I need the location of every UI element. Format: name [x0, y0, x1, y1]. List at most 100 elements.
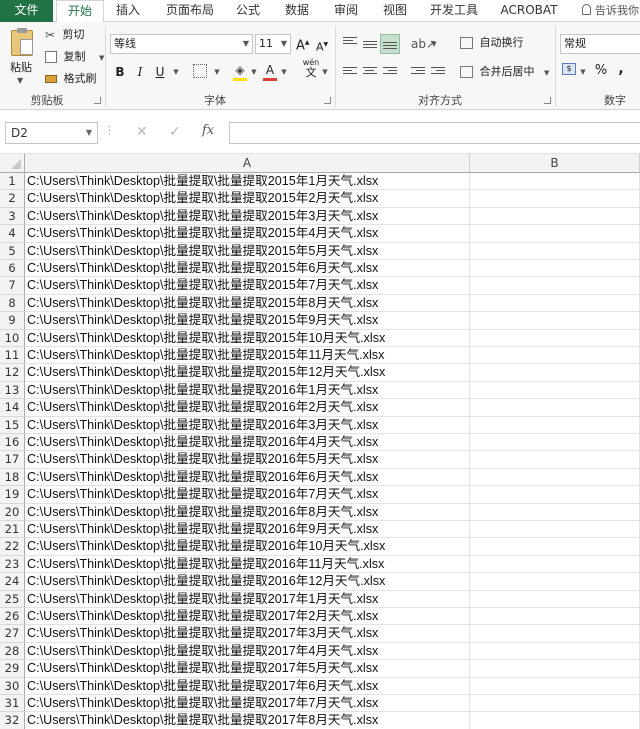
- cell-a[interactable]: C:\Users\Think\Desktop\批量提取\批量提取2016年4月天…: [25, 434, 470, 452]
- cell-b[interactable]: [470, 538, 640, 556]
- tab-file[interactable]: 文件: [0, 0, 53, 22]
- cell-a[interactable]: C:\Users\Think\Desktop\批量提取\批量提取2016年7月天…: [25, 486, 470, 504]
- row-header[interactable]: 5: [0, 242, 25, 260]
- formula-bar-grip-icon[interactable]: · · ·: [108, 123, 111, 141]
- cell-a[interactable]: C:\Users\Think\Desktop\批量提取\批量提取2015年12月…: [25, 364, 470, 382]
- cell-a[interactable]: C:\Users\Think\Desktop\批量提取\批量提取2015年10月…: [25, 329, 470, 347]
- row-header[interactable]: 29: [0, 660, 25, 678]
- row-header[interactable]: 30: [0, 677, 25, 695]
- row-header[interactable]: 27: [0, 625, 25, 643]
- increase-font-size-icon[interactable]: A▲: [296, 35, 310, 54]
- cell-b[interactable]: [470, 173, 640, 191]
- cell-a[interactable]: C:\Users\Think\Desktop\批量提取\批量提取2017年2月天…: [25, 608, 470, 626]
- row-header[interactable]: 11: [0, 347, 25, 365]
- underline-button[interactable]: U: [154, 64, 166, 80]
- cell-a[interactable]: C:\Users\Think\Desktop\批量提取\批量提取2015年3月天…: [25, 207, 470, 226]
- tab-home[interactable]: 开始: [56, 0, 104, 23]
- cell-a[interactable]: C:\Users\Think\Desktop\批量提取\批量提取2017年4月天…: [25, 642, 470, 661]
- cell-b[interactable]: [470, 347, 640, 365]
- chevron-down-icon[interactable]: ▼: [430, 36, 438, 52]
- phonetic-guide-button[interactable]: wén 文: [302, 58, 320, 79]
- tab-review[interactable]: 审阅: [326, 0, 366, 22]
- row-header[interactable]: 22: [0, 538, 25, 556]
- format-painter-button[interactable]: 格式刷: [45, 71, 97, 87]
- dialog-launcher-icon[interactable]: [94, 97, 101, 104]
- cell-a[interactable]: C:\Users\Think\Desktop\批量提取\批量提取2015年9月天…: [25, 312, 470, 330]
- bold-button[interactable]: B: [114, 64, 126, 80]
- align-middle-icon[interactable]: [363, 41, 377, 53]
- font-size-select[interactable]: 11 ▼: [255, 34, 291, 54]
- cut-button[interactable]: ✂ 剪切: [45, 27, 85, 43]
- cell-b[interactable]: [470, 486, 640, 504]
- row-header[interactable]: 24: [0, 573, 25, 591]
- row-header[interactable]: 4: [0, 225, 25, 243]
- chevron-down-icon[interactable]: ▼: [544, 69, 549, 77]
- cell-b[interactable]: [470, 381, 640, 400]
- row-header[interactable]: 20: [0, 503, 25, 521]
- select-all-corner[interactable]: [0, 154, 25, 173]
- insert-function-button[interactable]: fx: [202, 123, 214, 138]
- name-box[interactable]: D2 ▼: [5, 122, 98, 144]
- cell-b[interactable]: [470, 416, 640, 434]
- cell-b[interactable]: [470, 695, 640, 713]
- cell-b[interactable]: [470, 364, 640, 382]
- row-header[interactable]: 14: [0, 399, 25, 417]
- align-right-icon[interactable]: [383, 67, 397, 79]
- enter-icon[interactable]: ✓: [169, 124, 181, 140]
- cell-a[interactable]: C:\Users\Think\Desktop\批量提取\批量提取2017年5月天…: [25, 660, 470, 678]
- column-header-b[interactable]: B: [470, 154, 640, 173]
- accounting-format-icon[interactable]: $: [562, 63, 576, 75]
- align-center-icon[interactable]: [363, 67, 377, 79]
- cell-b[interactable]: [470, 660, 640, 678]
- percent-style-button[interactable]: %: [594, 63, 608, 79]
- row-header[interactable]: 26: [0, 608, 25, 626]
- chevron-down-icon[interactable]: ▼: [213, 64, 221, 80]
- cell-a[interactable]: C:\Users\Think\Desktop\批量提取\批量提取2015年6月天…: [25, 260, 470, 278]
- tab-view[interactable]: 视图: [375, 0, 415, 22]
- chevron-down-icon[interactable]: ▼: [172, 64, 180, 80]
- cell-b[interactable]: [470, 434, 640, 452]
- cell-b[interactable]: [470, 451, 640, 469]
- cell-b[interactable]: [470, 503, 640, 521]
- cell-a[interactable]: C:\Users\Think\Desktop\批量提取\批量提取2016年11月…: [25, 555, 470, 574]
- cell-a[interactable]: C:\Users\Think\Desktop\批量提取\批量提取2015年8月天…: [25, 294, 470, 313]
- row-header[interactable]: 32: [0, 712, 25, 729]
- cell-a[interactable]: C:\Users\Think\Desktop\批量提取\批量提取2017年8月天…: [25, 712, 470, 729]
- row-header[interactable]: 16: [0, 434, 25, 452]
- wrap-text-button[interactable]: 自动换行: [460, 35, 524, 51]
- cell-a[interactable]: C:\Users\Think\Desktop\批量提取\批量提取2015年5月天…: [25, 242, 470, 260]
- cell-b[interactable]: [470, 225, 640, 243]
- row-header[interactable]: 23: [0, 555, 25, 574]
- row-header[interactable]: 1: [0, 173, 25, 191]
- cancel-icon[interactable]: ✕: [136, 124, 148, 140]
- cell-a[interactable]: C:\Users\Think\Desktop\批量提取\批量提取2016年1月天…: [25, 381, 470, 400]
- cell-a[interactable]: C:\Users\Think\Desktop\批量提取\批量提取2015年4月天…: [25, 225, 470, 243]
- orientation-icon[interactable]: ab↗: [411, 36, 436, 52]
- row-header[interactable]: 21: [0, 521, 25, 539]
- cell-a[interactable]: C:\Users\Think\Desktop\批量提取\批量提取2016年3月天…: [25, 416, 470, 434]
- borders-icon[interactable]: [193, 64, 207, 78]
- cell-b[interactable]: [470, 625, 640, 643]
- row-header[interactable]: 19: [0, 486, 25, 504]
- tab-insert[interactable]: 插入: [106, 0, 150, 22]
- font-color-button[interactable]: A: [263, 62, 277, 81]
- cell-a[interactable]: C:\Users\Think\Desktop\批量提取\批量提取2016年10月…: [25, 538, 470, 556]
- row-header[interactable]: 28: [0, 642, 25, 661]
- italic-button[interactable]: I: [134, 64, 146, 80]
- cell-b[interactable]: [470, 312, 640, 330]
- merge-center-button[interactable]: 合并后居中 ▼: [460, 64, 549, 81]
- cell-a[interactable]: C:\Users\Think\Desktop\批量提取\批量提取2015年2月天…: [25, 190, 470, 208]
- tab-page-layout[interactable]: 页面布局: [157, 0, 223, 22]
- copy-button[interactable]: 复制 ▼: [45, 49, 104, 66]
- cell-b[interactable]: [470, 642, 640, 661]
- cell-a[interactable]: C:\Users\Think\Desktop\批量提取\批量提取2016年5月天…: [25, 451, 470, 469]
- cell-b[interactable]: [470, 329, 640, 347]
- cell-b[interactable]: [470, 190, 640, 208]
- cell-b[interactable]: [470, 294, 640, 313]
- tab-data[interactable]: 数据: [277, 0, 317, 22]
- cell-b[interactable]: [470, 242, 640, 260]
- comma-style-button[interactable]: ,: [617, 61, 625, 77]
- cell-b[interactable]: [470, 468, 640, 487]
- align-top-icon[interactable]: [343, 37, 357, 49]
- fill-color-button[interactable]: ◈: [232, 62, 248, 81]
